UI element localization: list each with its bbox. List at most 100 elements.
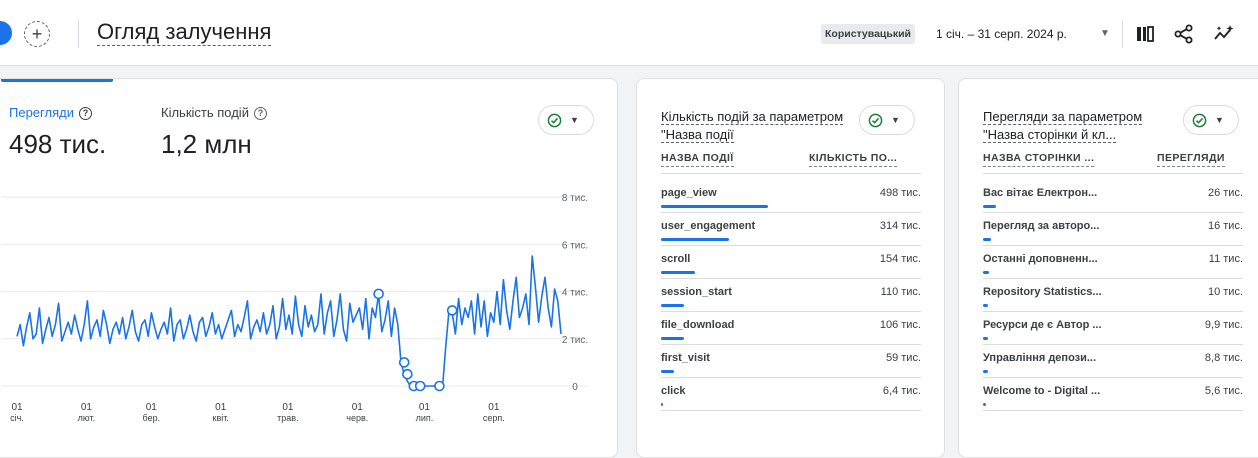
x-tick-day: 01 — [282, 402, 294, 413]
row-value: 314 тис. — [879, 220, 921, 232]
row-name: Welcome to - Digital ... — [983, 385, 1101, 397]
column-header-page-title[interactable]: НАЗВА СТОРІНКИ ... — [983, 151, 1095, 167]
header-rule — [983, 173, 1243, 174]
column-header-event-count[interactable]: КІЛЬКІСТЬ ПО... — [809, 151, 898, 167]
anomaly-marker — [434, 380, 445, 392]
anomaly-marker — [398, 357, 410, 368]
row-name: Останні доповненн... — [983, 253, 1098, 265]
anomaly-marker — [402, 368, 413, 380]
share-icon[interactable] — [1171, 21, 1197, 47]
row-value: 11 тис. — [1208, 253, 1243, 265]
x-tick-month: серп. — [483, 413, 505, 423]
page-title: Огляд залучення — [97, 19, 272, 46]
table-row[interactable]: first_visit 59 тис. — [661, 346, 921, 378]
row-name: Repository Statistics... — [983, 286, 1102, 298]
row-name: Вас вітає Електрон... — [983, 187, 1098, 199]
share-bar — [983, 304, 989, 307]
table-row[interactable]: Управління депози... 8,8 тис. — [983, 346, 1243, 378]
share-bar — [661, 370, 674, 373]
anomaly-marker — [373, 288, 384, 300]
anomaly-marker — [446, 305, 458, 316]
table-row[interactable]: Вас вітає Електрон... 26 тис. — [983, 181, 1243, 213]
customize-report-icon[interactable] — [1132, 21, 1158, 47]
card-title: Кількість подій за параметром "Назва под… — [661, 109, 844, 143]
row-value: 5,6 тис. — [1204, 385, 1243, 397]
share-bar — [661, 337, 685, 340]
row-name: scroll — [661, 253, 691, 265]
comparison-status-dropdown[interactable]: ▼ — [859, 105, 915, 135]
date-range[interactable]: 1 січ. – 31 серп. 2024 р. — [936, 25, 1067, 43]
card-title: Перегляди за параметром "Назва сторінки … — [983, 109, 1143, 143]
table-row[interactable]: page_view 498 тис. — [661, 181, 921, 213]
views-by-page-card: Перегляди за параметром "Назва сторінки … — [958, 78, 1258, 458]
y-tick-label: 2 тис. — [562, 335, 588, 346]
table-row[interactable]: file_download 106 тис. — [661, 313, 921, 345]
table-row[interactable]: Welcome to - Digital ... 5,6 тис. — [983, 379, 1243, 411]
report-header: + Огляд залучення Користувацький 1 січ. … — [0, 0, 1258, 66]
views-line-chart: 8 тис.6 тис.4 тис.2 тис.001січ.01лют.01б… — [1, 193, 588, 423]
header-divider — [1122, 20, 1123, 48]
plus-icon: + — [31, 24, 43, 44]
property-avatar[interactable] — [0, 21, 12, 45]
table-row[interactable]: click 6,4 тис. — [661, 379, 921, 411]
row-value: 154 тис. — [879, 253, 921, 265]
x-tick-month: лип. — [416, 413, 434, 423]
share-bar — [983, 337, 989, 340]
x-tick-day: 01 — [419, 402, 431, 413]
row-value: 106 тис. — [879, 319, 921, 331]
chevron-down-icon: ▼ — [1215, 115, 1224, 125]
check-circle-icon — [868, 113, 883, 127]
row-value: 8,8 тис. — [1204, 352, 1243, 364]
row-value: 9,9 тис. — [1204, 319, 1243, 331]
table-row[interactable]: Repository Statistics... 10 тис. — [983, 280, 1243, 312]
table-row[interactable]: user_engagement 314 тис. — [661, 214, 921, 246]
row-name: user_engagement — [661, 220, 756, 232]
x-tick-month: квіт. — [213, 413, 229, 423]
x-tick-month: січ. — [10, 413, 24, 423]
column-header-views[interactable]: ПЕРЕГЛЯДИ — [1157, 151, 1225, 167]
share-bar — [661, 205, 768, 208]
table-row[interactable]: Останні доповненн... 11 тис. — [983, 247, 1243, 279]
row-name: session_start — [661, 286, 732, 298]
row-name: click — [661, 385, 686, 397]
x-tick-month: лют. — [78, 413, 95, 423]
row-name: Ресурси де є Автор ... — [983, 319, 1102, 331]
x-tick-day: 01 — [488, 402, 500, 413]
table-row[interactable]: scroll 154 тис. — [661, 247, 921, 279]
table-row[interactable]: Ресурси де є Автор ... 9,9 тис. — [983, 313, 1243, 345]
share-bar — [661, 238, 729, 241]
row-value: 26 тис. — [1207, 187, 1243, 199]
y-tick-label: 6 тис. — [562, 240, 588, 251]
column-header-event-name[interactable]: НАЗВА ПОДІЇ — [661, 151, 734, 167]
row-name: Перегляд за авторо... — [983, 220, 1100, 232]
table-row[interactable]: Перегляд за авторо... 16 тис. — [983, 214, 1243, 246]
add-comparison-button[interactable]: + — [24, 21, 50, 47]
insights-icon[interactable] — [1211, 21, 1237, 47]
x-tick-month: трав. — [277, 413, 298, 423]
row-value: 498 тис. — [879, 187, 921, 199]
date-range-dropdown-icon[interactable]: ▼ — [1100, 24, 1110, 44]
x-tick-day: 01 — [81, 402, 93, 413]
row-value: 110 тис. — [880, 286, 921, 298]
comparison-status-dropdown[interactable]: ▼ — [1183, 105, 1239, 135]
x-tick-day: 01 — [146, 402, 158, 413]
y-tick-label: 8 тис. — [562, 193, 588, 204]
share-bar — [983, 238, 991, 241]
x-tick-month: черв. — [346, 413, 368, 423]
share-bar — [661, 304, 685, 307]
x-tick-day: 01 — [215, 402, 227, 413]
x-tick-day: 01 — [352, 402, 364, 413]
check-circle-icon — [1192, 113, 1207, 127]
table-row[interactable]: session_start 110 тис. — [661, 280, 921, 312]
row-name: file_download — [661, 319, 735, 331]
row-value: 16 тис. — [1207, 220, 1243, 232]
row-name: Управління депози... — [983, 352, 1097, 364]
row-name: first_visit — [661, 352, 710, 364]
share-bar — [661, 271, 695, 274]
series-line-views — [16, 255, 562, 387]
x-tick-day: 01 — [11, 402, 23, 413]
share-bar — [983, 403, 986, 406]
compare-chip[interactable]: Користувацький — [821, 24, 916, 44]
chevron-down-icon: ▼ — [891, 115, 900, 125]
y-tick-label: 0 — [572, 382, 578, 393]
